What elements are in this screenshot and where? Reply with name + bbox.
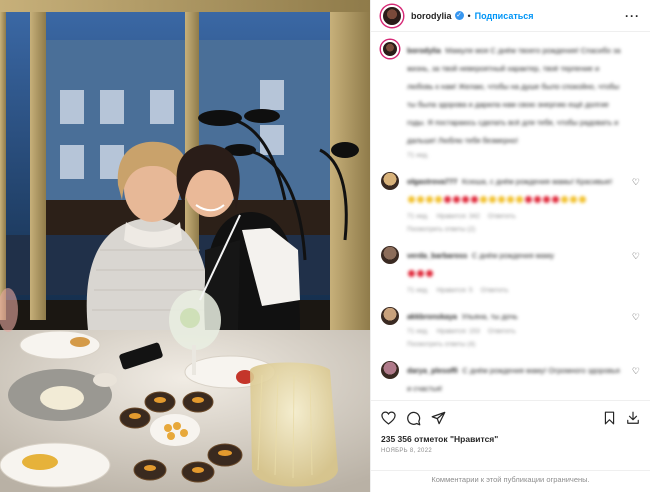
- comment-text: Ксюша, с днём рождения мамы! Красивые!: [461, 177, 613, 186]
- comment-body: darya_plesoffi С днём рождения маму! Огр…: [407, 360, 640, 394]
- comment-emojis: [407, 265, 624, 283]
- comments-limited-notice: Комментарии к этой публикации ограничены…: [371, 470, 650, 484]
- comment-body: olgastrova777 Ксюша, с днём рождения мам…: [407, 171, 640, 220]
- emoji-icon: [444, 196, 451, 204]
- commenter-username[interactable]: darya_plesoffi: [407, 366, 458, 375]
- emoji-icon: [453, 196, 460, 204]
- comment-time: 71 нед.: [407, 328, 429, 335]
- caption-avatar[interactable]: [381, 40, 399, 58]
- photo-illustration: [0, 0, 370, 492]
- author-username[interactable]: borodylia: [411, 11, 452, 21]
- separator-dot: •: [467, 10, 471, 21]
- share-send-icon[interactable]: [431, 411, 446, 425]
- like-heart-icon[interactable]: [381, 411, 396, 425]
- caption-time: 71 нед.: [407, 152, 429, 159]
- post-header: borodylia ✓ • Подписаться ···: [371, 0, 650, 32]
- comment-item: verda_barbaross С днём рождения маму 71 н…: [381, 245, 640, 294]
- emoji-icon: [417, 270, 424, 278]
- bookmark-icon[interactable]: [603, 411, 616, 425]
- post-sidebar: borodylia ✓ • Подписаться ··· borodylia …: [370, 0, 650, 492]
- comment-text: Ульяна, ты дочь: [461, 312, 518, 321]
- emoji-icon: [426, 270, 433, 278]
- emoji-icon: [516, 196, 523, 204]
- commenter-avatar[interactable]: [381, 307, 399, 325]
- emoji-icon: [408, 270, 415, 278]
- download-icon[interactable]: [626, 411, 640, 425]
- comment-item: darya_plesoffi С днём рождения маму! Огр…: [381, 360, 640, 394]
- commenter-username[interactable]: verda_barbaross: [407, 251, 467, 260]
- comment-like-heart-icon[interactable]: ♡: [632, 366, 640, 377]
- comment-like-heart-icon[interactable]: ♡: [632, 251, 640, 262]
- action-row: [381, 407, 640, 429]
- emoji-icon: [534, 196, 541, 204]
- emoji-icon: [435, 196, 442, 204]
- emoji-icon: [417, 196, 424, 204]
- comment-meta: 71 нед. Нравится: 153 Ответить: [407, 328, 624, 335]
- comment-likes[interactable]: Нравится: 5: [437, 287, 473, 294]
- comment-row: verda_barbaross С днём рождения маму 71 н…: [381, 245, 640, 294]
- emoji-icon: [498, 196, 505, 204]
- comment-text: С днём рождения маму: [471, 251, 554, 260]
- post-photo[interactable]: [0, 0, 370, 492]
- author-avatar[interactable]: [381, 4, 403, 27]
- comment-likes[interactable]: Нравится: 342: [437, 213, 480, 220]
- comment-row: olgastrova777 Ксюша, с днём рождения мам…: [381, 171, 640, 220]
- emoji-icon: [525, 196, 532, 204]
- commenter-username[interactable]: akkbronskaya: [407, 312, 457, 321]
- emoji-icon: [543, 196, 550, 204]
- comment-like-heart-icon[interactable]: ♡: [632, 312, 640, 323]
- comment-reply[interactable]: Ответить: [481, 287, 509, 294]
- caption-username[interactable]: borodylia: [407, 46, 441, 55]
- comment-reply[interactable]: Ответить: [488, 213, 516, 220]
- comment-body: akkbronskaya Ульяна, ты дочь 71 нед. Нрави…: [407, 306, 640, 335]
- emoji-icon: [480, 196, 487, 204]
- likes-count[interactable]: 235 356 отметок "Нравится": [381, 434, 640, 444]
- comment-item: akkbronskaya Ульяна, ты дочь 71 нед. Нрави…: [381, 306, 640, 348]
- post-actions: 235 356 отметок "Нравится" НОЯБРЬ 8, 202…: [371, 400, 650, 454]
- view-replies-link[interactable]: Посмотреть ответы (4): [407, 341, 640, 348]
- emoji-icon: [462, 196, 469, 204]
- comment-body: verda_barbaross С днём рождения маму 71 н…: [407, 245, 640, 294]
- commenter-avatar[interactable]: [381, 172, 399, 190]
- emoji-icon: [552, 196, 559, 204]
- commenter-username[interactable]: olgastrova777: [407, 177, 457, 186]
- view-replies-link[interactable]: Посмотреть ответы (2): [407, 226, 640, 233]
- comment-bubble-icon[interactable]: [406, 411, 421, 426]
- comment-meta: 71 нед. Нравится: 342 Ответить: [407, 213, 624, 220]
- follow-button[interactable]: Подписаться: [475, 11, 534, 21]
- comment-row: akkbronskaya Ульяна, ты дочь 71 нед. Нрави…: [381, 306, 640, 335]
- comment-reply[interactable]: Ответить: [488, 328, 516, 335]
- comment-row: darya_plesoffi С днём рождения маму! Огр…: [381, 360, 640, 394]
- verified-badge-icon: ✓: [454, 11, 464, 20]
- emoji-icon: [579, 196, 586, 204]
- comment-like-heart-icon[interactable]: ♡: [632, 177, 640, 188]
- comment-time: 71 нед.: [407, 213, 429, 220]
- comment-likes[interactable]: Нравится: 153: [437, 328, 480, 335]
- comment-meta: 71 нед. Нравится: 5 Ответить: [407, 287, 624, 294]
- caption-text: Мамуля моя С днём твоего рождения! Спаси…: [407, 46, 621, 145]
- commenter-avatar[interactable]: [381, 361, 399, 379]
- emoji-icon: [570, 196, 577, 204]
- emoji-icon: [489, 196, 496, 204]
- comments-list[interactable]: borodylia Мамуля моя С днём твоего рожде…: [371, 32, 650, 394]
- emoji-icon: [471, 196, 478, 204]
- emoji-icon: [507, 196, 514, 204]
- post-date: НОЯБРЬ 8, 2022: [381, 448, 432, 454]
- more-options-icon[interactable]: ···: [625, 9, 640, 23]
- comment-thread: olgastrova777 Ксюша, с днём рождения мам…: [381, 171, 640, 394]
- caption: borodylia Мамуля моя С днём твоего рожде…: [381, 40, 640, 159]
- comment-emojis: [407, 191, 624, 209]
- comment-item: olgastrova777 Ксюша, с днём рождения мам…: [381, 171, 640, 233]
- commenter-avatar[interactable]: [381, 246, 399, 264]
- emoji-icon: [408, 196, 415, 204]
- emoji-icon: [426, 196, 433, 204]
- comment-time: 71 нед.: [407, 287, 429, 294]
- caption-body: borodylia Мамуля моя С днём твоего рожде…: [407, 40, 640, 159]
- emoji-icon: [561, 196, 568, 204]
